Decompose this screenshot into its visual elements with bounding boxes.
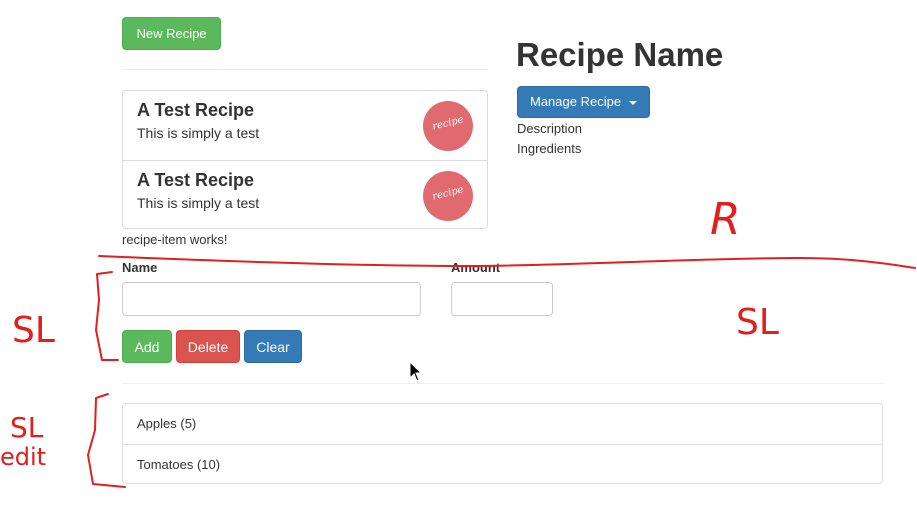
manage-recipe-dropdown[interactable]: Manage Recipe: [517, 86, 650, 118]
amount-input[interactable]: [451, 282, 553, 316]
clear-button[interactable]: Clear: [244, 330, 302, 363]
annotation-edit: edit: [0, 443, 46, 471]
recipe-detail-title: Recipe Name: [516, 36, 724, 73]
amount-label: Amount: [451, 260, 501, 275]
recipe-image-text: recipe: [431, 184, 465, 203]
recipe-item-status: recipe-item works!: [122, 232, 228, 247]
manage-recipe-label: Manage Recipe: [530, 94, 622, 109]
recipe-item-description: This is simply a test: [137, 125, 260, 141]
name-input[interactable]: [122, 282, 421, 316]
recipe-item-description: This is simply a test: [137, 195, 260, 211]
recipe-item-title: A Test Recipe: [137, 170, 255, 190]
add-button[interactable]: Add: [122, 330, 172, 363]
annotation-sl-form: SL: [12, 310, 55, 351]
shopping-list: Apples (5) Tomatoes (10): [122, 403, 883, 484]
divider: [122, 69, 488, 70]
recipe-ingredients: Ingredients: [517, 141, 582, 156]
recipe-item[interactable]: A Test Recipe This is simply a test reci…: [123, 91, 487, 160]
delete-button[interactable]: Delete: [176, 330, 240, 363]
recipe-list: A Test Recipe This is simply a test reci…: [122, 90, 488, 229]
caret-down-icon: [628, 100, 637, 105]
recipe-image: recipe: [423, 101, 473, 151]
recipe-item[interactable]: A Test Recipe This is simply a test reci…: [123, 160, 487, 229]
annotation-sl-edit: SL: [10, 411, 44, 444]
annotation-sl-right: SL: [736, 302, 779, 343]
shopping-list-item[interactable]: Apples (5): [123, 404, 882, 444]
shopping-list-item[interactable]: Tomatoes (10): [123, 444, 882, 484]
recipe-image-text: recipe: [431, 114, 465, 133]
annotation-r: R: [710, 194, 741, 245]
new-recipe-button[interactable]: New Recipe: [122, 17, 221, 50]
name-label: Name: [122, 260, 158, 275]
recipe-description: Description: [517, 121, 583, 136]
recipe-image: recipe: [423, 171, 473, 221]
recipe-item-title: A Test Recipe: [137, 100, 255, 120]
divider: [122, 383, 883, 384]
